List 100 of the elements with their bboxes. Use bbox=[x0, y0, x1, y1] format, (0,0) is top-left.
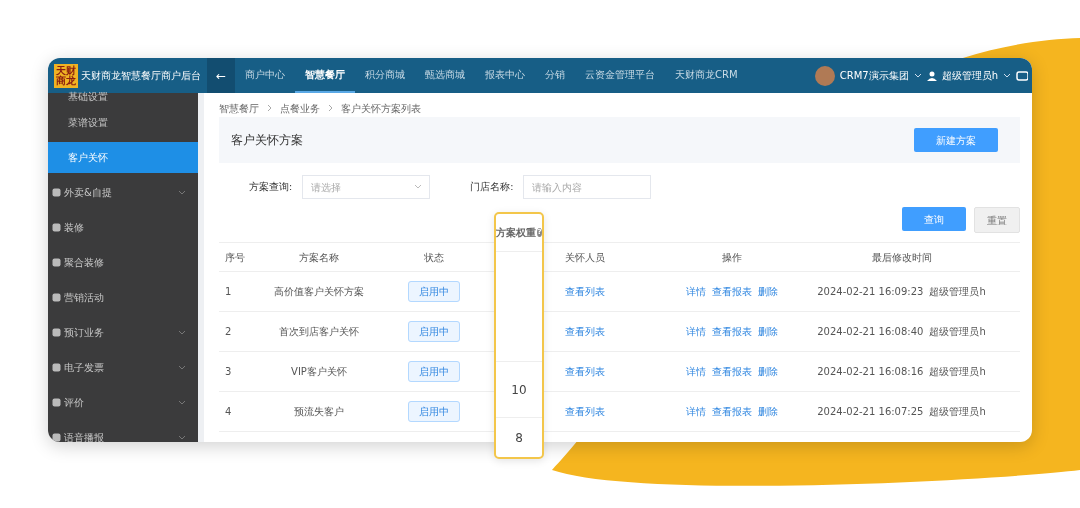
breadcrumb-item[interactable]: 智慧餐厅 bbox=[219, 100, 259, 116]
status-tag: 启用中 bbox=[408, 281, 460, 302]
sidebar-item[interactable]: 外卖&自提 bbox=[48, 177, 198, 208]
table-cell: 8 bbox=[496, 417, 542, 457]
column-header: 序号 bbox=[224, 250, 246, 265]
table-cell-text: 首次到店客户关怀 bbox=[278, 325, 360, 339]
action-link[interactable]: 删除 bbox=[757, 364, 778, 379]
sidebar-item[interactable]: 语音播报 bbox=[48, 422, 198, 442]
status-tag: 启用中 bbox=[408, 321, 460, 342]
action-link[interactable]: 查看报表 bbox=[711, 284, 752, 299]
menu-item-icon bbox=[52, 258, 61, 267]
breadcrumb-item[interactable]: 点餐业务 bbox=[280, 100, 320, 116]
app-title: 天财商龙智慧餐厅商户后台 bbox=[81, 69, 201, 83]
sidebar-item[interactable]: 装修 bbox=[48, 212, 198, 243]
chevron-down-icon bbox=[178, 434, 186, 441]
sidebar-item[interactable]: 电子发票 bbox=[48, 352, 198, 383]
menu-item-icon bbox=[52, 363, 61, 372]
new-plan-button[interactable]: 新建方案 bbox=[914, 128, 998, 152]
modified-by: 超级管理员h bbox=[929, 365, 986, 379]
column-header: 最后修改时间 bbox=[870, 250, 933, 265]
avatar[interactable] bbox=[814, 65, 835, 86]
chevron-down-icon bbox=[414, 184, 423, 190]
modified-time: 2024-02-21 16:08:16 bbox=[817, 365, 924, 379]
table-cell-text: 预流失客户 bbox=[293, 405, 345, 419]
action-link[interactable]: 删除 bbox=[757, 284, 778, 299]
sidebar-item[interactable]: 基础设置 bbox=[48, 89, 198, 103]
menu-item-icon bbox=[52, 433, 61, 442]
select-field[interactable]: 请选择 bbox=[302, 175, 431, 199]
sidebar-item[interactable]: 营销活动 bbox=[48, 282, 198, 313]
action-link[interactable]: 详情 bbox=[685, 324, 706, 339]
modified-time: 2024-02-21 16:08:40 bbox=[817, 325, 924, 339]
input-field[interactable]: 请输入内容 bbox=[523, 175, 652, 199]
page-title: 客户关怀方案 bbox=[231, 132, 303, 149]
sidebar-item[interactable]: 预订业务 bbox=[48, 317, 198, 348]
menu-item-icon bbox=[52, 328, 61, 337]
view-list-link[interactable]: 查看列表 bbox=[565, 406, 605, 417]
nav-tab[interactable]: 积分商城 bbox=[355, 58, 415, 93]
view-list-link[interactable]: 查看列表 bbox=[565, 326, 605, 337]
filter-label: 门店名称: bbox=[470, 179, 514, 194]
chevron-down-icon bbox=[178, 399, 186, 406]
filter-label: 方案查询: bbox=[249, 179, 293, 194]
table-cell: 10 bbox=[496, 361, 542, 417]
action-link[interactable]: 查看报表 bbox=[711, 404, 752, 419]
sidebar-item[interactable]: 聚合装修 bbox=[48, 247, 198, 278]
user-icon bbox=[926, 70, 937, 81]
table-cell-text: 4 bbox=[224, 405, 233, 419]
chevron-down-icon bbox=[1003, 72, 1011, 79]
table-cell-text: 3 bbox=[224, 365, 233, 379]
breadcrumb-item: 客户关怀方案列表 bbox=[341, 101, 421, 116]
action-link[interactable]: 详情 bbox=[685, 284, 706, 299]
action-link[interactable]: 删除 bbox=[757, 324, 778, 339]
column-header: 操作 bbox=[720, 250, 743, 265]
column-header: 关怀人员 bbox=[564, 250, 606, 265]
status-tag: 启用中 bbox=[408, 401, 460, 422]
chevron-down-icon bbox=[913, 72, 922, 79]
nav-tab[interactable]: 分销 bbox=[535, 58, 575, 93]
group-name[interactable]: CRM7演示集团 bbox=[839, 68, 909, 83]
nav-tab[interactable]: 智慧餐厅 bbox=[295, 58, 355, 93]
menu-item-icon bbox=[52, 293, 61, 302]
chevron-down-icon bbox=[178, 189, 186, 196]
reset-button[interactable]: 重置 bbox=[974, 207, 1020, 233]
nav-tab[interactable]: 商户中心 bbox=[235, 58, 295, 93]
sidebar-item[interactable]: 菜谱设置 bbox=[48, 107, 198, 138]
chevron-down-icon bbox=[178, 364, 186, 371]
menu-item-icon bbox=[52, 188, 61, 197]
chevron-right-icon bbox=[267, 104, 272, 112]
nav-tab[interactable]: 报表中心 bbox=[475, 58, 535, 93]
modified-by: 超级管理员h bbox=[929, 285, 986, 299]
chevron-right-icon bbox=[328, 104, 333, 112]
table-cell-text: 1 bbox=[224, 285, 233, 299]
modified-by: 超级管理员h bbox=[929, 325, 986, 339]
action-link[interactable]: 查看报表 bbox=[711, 364, 752, 379]
action-link[interactable]: 删除 bbox=[757, 404, 778, 419]
sidebar-item[interactable]: 客户关怀 bbox=[48, 142, 198, 173]
user-name[interactable]: 超级管理员h bbox=[941, 68, 998, 83]
action-link[interactable]: 详情 bbox=[685, 404, 706, 419]
message-icon bbox=[1016, 70, 1028, 81]
table-cell-text: VIP客户关怀 bbox=[290, 365, 348, 379]
logo-icon: 天财商龙 bbox=[54, 63, 78, 88]
column-header: 状态 bbox=[423, 250, 445, 265]
back-button[interactable]: ← bbox=[207, 58, 235, 93]
view-list-link[interactable]: 查看列表 bbox=[565, 286, 605, 297]
nav-tab[interactable]: 甄选商城 bbox=[415, 58, 475, 93]
modified-time: 2024-02-21 16:09:23 bbox=[817, 285, 924, 299]
table-cell-text: 高价值客户关怀方案 bbox=[273, 285, 365, 299]
view-list-link[interactable]: 查看列表 bbox=[565, 366, 605, 377]
menu-item-icon bbox=[52, 223, 61, 232]
sidebar-item[interactable]: 评价 bbox=[48, 387, 198, 418]
table-cell-text: 2 bbox=[224, 325, 233, 339]
status-tag: 启用中 bbox=[408, 361, 460, 382]
column-header: 方案名称 bbox=[298, 250, 340, 265]
query-button[interactable]: 查询 bbox=[902, 207, 966, 231]
nav-tab[interactable]: 天财商龙CRM bbox=[665, 58, 748, 93]
column-header: 方案权重 bbox=[496, 226, 536, 240]
action-link[interactable]: 查看报表 bbox=[711, 324, 752, 339]
nav-tab[interactable]: 云资金管理平台 bbox=[575, 58, 665, 93]
modified-time: 2024-02-21 16:07:25 bbox=[817, 405, 924, 419]
action-link[interactable]: 详情 bbox=[685, 364, 706, 379]
modified-by: 超级管理员h bbox=[929, 405, 986, 419]
chevron-down-icon bbox=[178, 329, 186, 336]
